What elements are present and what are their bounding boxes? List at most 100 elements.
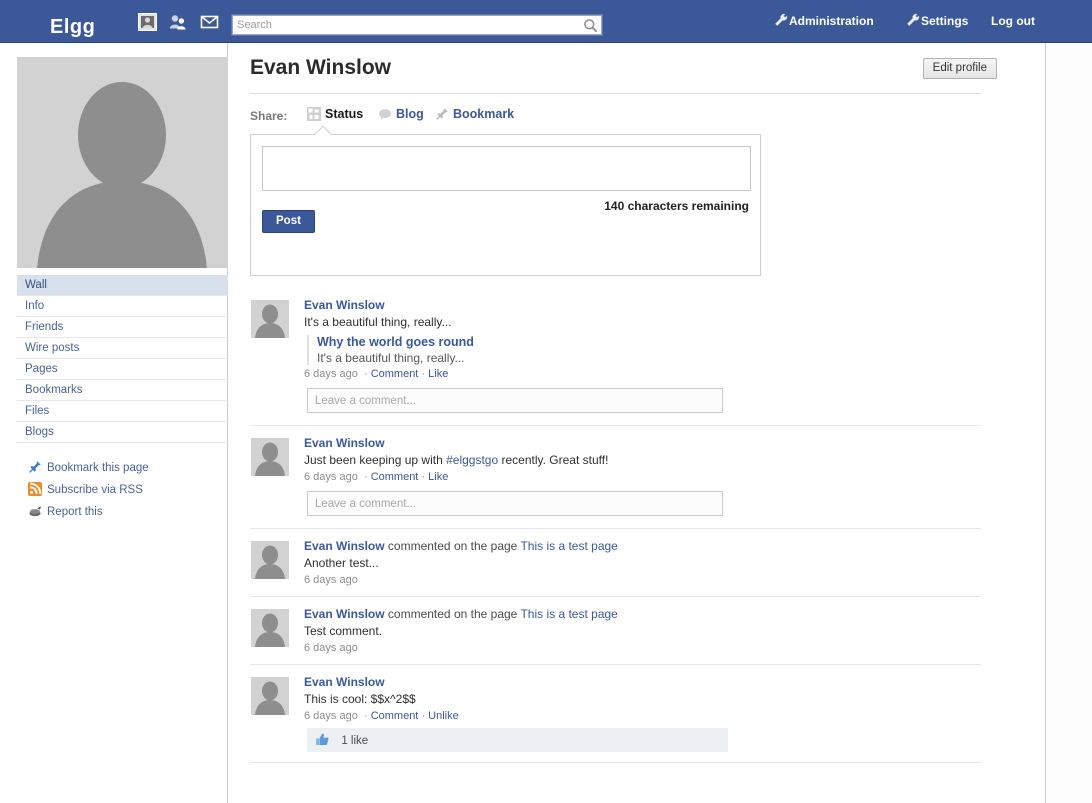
sidebar-item-files[interactable]: Files [17,401,228,422]
tab-blog[interactable]: Blog [378,107,424,121]
post-target[interactable]: This is a test page [520,607,617,621]
post-meta: 6 days ago [304,642,981,654]
subscribe-rss-link[interactable]: Subscribe via RSS [28,480,228,501]
like-link[interactable]: Like [428,471,448,483]
sidebar-item-pages[interactable]: Pages [17,359,228,380]
quoted-object: Why the world goes round It's a beautifu… [307,335,981,365]
post-author[interactable]: Evan Winslow [304,607,385,621]
friends-icon[interactable] [168,13,187,31]
main-content: Evan Winslow Edit profile Share: Status [229,43,1046,803]
left-sidebar: Wall Info Friends Wire posts Pages Bookm… [0,43,228,803]
avatar[interactable] [251,438,289,476]
post-text: It's a beautiful thing, really... [304,315,452,329]
tool-label: Subscribe via RSS [47,484,143,496]
post-author[interactable]: Evan Winslow [304,436,385,450]
page-container: Wall Info Friends Wire posts Pages Bookm… [0,43,1046,803]
meta-separator: · [421,710,426,722]
meta-separator: · [421,368,426,380]
tab-status[interactable]: Status [307,107,363,121]
comment-input[interactable] [307,388,723,413]
share-label: Share: [250,109,288,123]
site-logo[interactable]: Elgg [50,16,95,39]
comment-link[interactable]: Comment [371,471,419,483]
meta-separator: · [421,471,426,483]
feed-item: Evan Winslow commented on the page This … [250,529,981,597]
avatar[interactable] [251,300,289,338]
comment-link[interactable]: Comment [371,710,419,722]
comment-input[interactable] [307,491,723,516]
composer-pointer [314,125,332,143]
hashtag-link[interactable]: #elggstgo [446,453,498,467]
tab-bookmark[interactable]: Bookmark [435,107,514,121]
bookmark-this-page-link[interactable]: Bookmark this page [28,458,228,479]
search-icon[interactable] [583,18,598,33]
search-input[interactable] [233,16,581,34]
post-author[interactable]: Evan Winslow [304,539,385,553]
feed-item: Evan Winslow This is cool: $$x^2$$ 6 day… [250,665,981,763]
sidebar-item-bookmarks[interactable]: Bookmarks [17,380,228,401]
meta-separator: · [360,710,368,722]
tool-label: Report this [47,506,103,518]
search-box[interactable] [232,15,602,35]
post-text: Test comment. [304,624,383,638]
like-link[interactable]: Like [428,368,448,380]
quoted-text: It's a beautiful thing, really... [317,351,465,365]
post-target[interactable]: This is a test page [520,539,617,553]
characters-remaining: 140 characters remaining [604,199,749,213]
administration-link[interactable]: Administration [789,14,874,28]
status-composer: 140 characters remaining Post [250,125,761,276]
post-text: Just been keeping up with #elggstgo rece… [304,452,981,468]
sidebar-item-wire-posts[interactable]: Wire posts [17,338,228,359]
avatar[interactable] [251,609,289,647]
avatar[interactable] [251,541,289,579]
post-time: 6 days ago [304,574,358,586]
sidebar-item-friends[interactable]: Friends [17,317,228,338]
unlike-link[interactable]: Unlike [428,710,459,722]
pushpin-icon [28,460,42,474]
profile-avatar[interactable] [17,57,228,268]
post-meta: 6 days ago · Comment · Like [304,471,981,483]
logout-link[interactable]: Log out [991,14,1035,28]
avatar[interactable] [251,677,289,715]
page-title: Evan Winslow [250,56,392,79]
top-header-bar: Elgg Search Administration Settings Log … [0,0,1092,43]
wrench-icon [774,13,788,27]
sidebar-item-wall[interactable]: Wall [17,275,228,296]
tool-label: Bookmark this page [47,462,149,474]
post-time: 6 days ago [304,642,358,654]
post-verb: commented on the page [384,607,521,621]
sidebar-item-blogs[interactable]: Blogs [17,422,228,443]
activity-feed: Evan Winslow It's a beautiful thing, rea… [250,288,981,763]
post-text-post: recently. Great stuff! [498,453,609,467]
post-text: Another test... [304,556,379,570]
post-author[interactable]: Evan Winslow [304,298,385,312]
post-button[interactable]: Post [262,210,315,233]
comment-link[interactable]: Comment [371,368,419,380]
feed-item: Evan Winslow Just been keeping up with #… [250,426,981,529]
post-time: 6 days ago [304,368,358,380]
likes-count: 1 like [341,735,369,747]
thumbs-up-icon [315,731,330,746]
report-this-link[interactable]: Report this [28,502,228,523]
settings-link[interactable]: Settings [921,14,968,28]
feed-item: Evan Winslow It's a beautiful thing, rea… [250,288,981,426]
sidebar-nav: Wall Info Friends Wire posts Pages Bookm… [17,275,228,443]
wrench-icon [906,13,920,27]
post-meta: 6 days ago [304,574,981,586]
sidebar-item-info[interactable]: Info [17,296,228,317]
pushpin-icon [435,107,449,121]
post-author[interactable]: Evan Winslow [304,675,385,689]
title-divider [250,93,981,94]
quoted-title[interactable]: Why the world goes round [317,335,474,349]
likes-bar[interactable]: 1 like [307,728,728,752]
tab-label: Status [325,107,364,121]
meta-separator: · [360,368,368,380]
edit-profile-button[interactable]: Edit profile [922,58,997,79]
rss-icon [28,482,42,496]
messages-icon[interactable] [200,13,219,31]
status-icon [307,107,321,121]
tab-label: Blog [396,107,424,121]
post-meta: 6 days ago · Comment · Like [304,368,981,380]
profile-icon[interactable] [138,13,157,31]
status-input[interactable] [262,146,751,191]
